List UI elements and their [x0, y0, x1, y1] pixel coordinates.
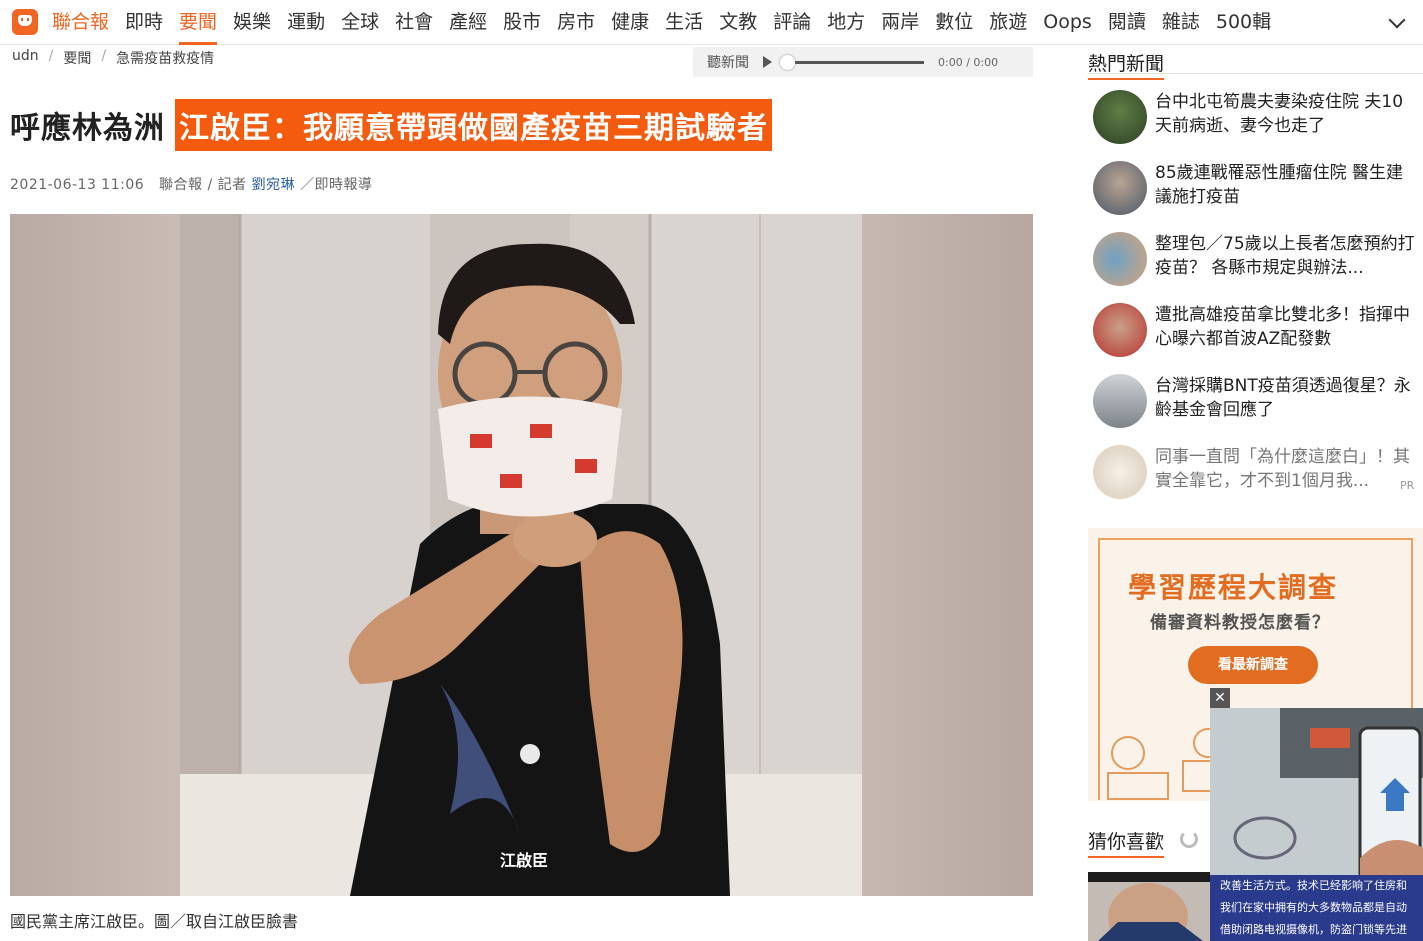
list-item[interactable]: 台中北屯筍農夫妻染疫住院 夫10天前病逝、妻今也走了 — [1093, 90, 1423, 161]
hot-news-title[interactable]: 熱門新聞 — [1088, 49, 1165, 80]
nav-item-travel[interactable]: 旅遊 — [981, 0, 1035, 45]
news-title[interactable]: 同事一直問「為什麼這麼白」！其實全靠它，才不到1個月我... — [1155, 445, 1419, 493]
breadcrumb-separator: / — [48, 48, 54, 64]
nav-item-global[interactable]: 全球 — [333, 0, 387, 45]
headline-prefix: 呼應林為洲 — [10, 111, 165, 146]
audio-time: 0:00 / 0:00 — [938, 55, 999, 69]
close-icon[interactable]: ✕ — [1210, 688, 1230, 708]
breadcrumb: udn / 要聞 / 急需疫苗救疫情 — [12, 48, 214, 68]
page-title: 呼應林為洲 江啟臣：我願意帶頭做國產疫苗三期試驗者 — [10, 99, 772, 151]
refresh-icon[interactable] — [1180, 830, 1198, 848]
video-caption-3: 借助闭路电视摄像机，防盗门锁等先进 — [1210, 919, 1423, 941]
video-caption-2: 我们在家中拥有的大多数物品都是自动 — [1210, 897, 1423, 919]
list-item[interactable]: 遭批高雄疫苗拿比雙北多！指揮中心曝六都首波AZ配發數 — [1093, 303, 1423, 374]
nav-item-society[interactable]: 社會 — [387, 0, 441, 45]
audio-player: 聽新聞 0:00 / 0:00 — [693, 47, 1033, 77]
news-thumbnail — [1093, 161, 1147, 215]
nav-item-magazine[interactable]: 雜誌 — [1154, 0, 1208, 45]
play-icon[interactable] — [763, 56, 772, 68]
pr-badge: PR — [1400, 479, 1415, 492]
article-source-suffix: ／即時報導 — [300, 177, 373, 193]
nav-item-entertainment[interactable]: 娛樂 — [225, 0, 279, 45]
nav-item-education[interactable]: 文教 — [711, 0, 765, 45]
audio-label: 聽新聞 — [707, 55, 749, 71]
news-thumbnail — [1093, 232, 1147, 286]
breadcrumb-home[interactable]: udn — [12, 48, 39, 68]
news-thumbnail — [1093, 445, 1147, 499]
nav-item-headlines[interactable]: 要聞 — [171, 0, 225, 45]
list-item[interactable]: 整理包／75歲以上長者怎麼預約打疫苗？ 各縣市規定與辦法... — [1093, 232, 1423, 303]
top-navbar: 聯合報 即時 要聞 娛樂 運動 全球 社會 產經 股市 房市 健康 生活 文教 … — [0, 0, 1423, 45]
breadcrumb-topic[interactable]: 急需疫苗救疫情 — [116, 48, 214, 68]
guess-thumbnail-image — [1088, 872, 1210, 941]
hero-blur-right — [862, 214, 1033, 896]
nav-item-sports[interactable]: 運動 — [279, 0, 333, 45]
nav-item-oops[interactable]: Oops — [1035, 0, 1100, 45]
news-title[interactable]: 遭批高雄疫苗拿比雙北多！指揮中心曝六都首波AZ配發數 — [1155, 303, 1419, 351]
nav-item-opinion[interactable]: 評論 — [765, 0, 819, 45]
nav-item-digital[interactable]: 數位 — [927, 0, 981, 45]
ad-title: 學習歷程大調查 — [1128, 571, 1339, 604]
nav-item-stocks[interactable]: 股市 — [495, 0, 549, 45]
photo-illustration: 江啟臣 — [180, 214, 862, 896]
nav-item-life[interactable]: 生活 — [657, 0, 711, 45]
breadcrumb-section[interactable]: 要聞 — [63, 48, 91, 68]
news-title[interactable]: 整理包／75歲以上長者怎麼預約打疫苗？ 各縣市規定與辦法... — [1155, 232, 1419, 280]
nav-item-health[interactable]: 健康 — [603, 0, 657, 45]
article-author[interactable]: 劉宛琳 — [252, 177, 296, 193]
guess-you-like-title: 猜你喜歡 — [1088, 827, 1165, 858]
breadcrumb-separator: / — [101, 48, 107, 64]
hero-blur-left — [10, 214, 180, 896]
audio-progress-bar[interactable] — [780, 54, 924, 70]
article-hero-image[interactable]: 江啟臣 — [10, 214, 1033, 896]
nav-menu: 聯合報 即時 要聞 娛樂 運動 全球 社會 產經 股市 房市 健康 生活 文教 … — [50, 0, 1279, 45]
article-source: 聯合報 / 記者 — [159, 177, 247, 193]
article-meta: 2021-06-13 11:06 聯合報 / 記者 劉宛琳 ／即時報導 — [10, 174, 373, 194]
video-caption-1: 改善生活方式。技术已经影响了住房和 — [1210, 875, 1423, 897]
news-thumbnail — [1093, 374, 1147, 428]
nav-item-instant[interactable]: 即時 — [117, 0, 171, 45]
chevron-down-icon[interactable] — [1388, 11, 1406, 29]
ad-cta-button[interactable]: 看最新調查 — [1188, 646, 1318, 684]
udn-logo-icon[interactable] — [12, 9, 38, 35]
image-caption: 國民黨主席江啟臣。圖／取自江啟臣臉書 — [10, 912, 299, 931]
article-photo: 江啟臣 — [180, 214, 862, 896]
nav-item-economy[interactable]: 產經 — [441, 0, 495, 45]
news-title[interactable]: 85歲連戰罹惡性腫瘤住院 醫生建議施打疫苗 — [1155, 161, 1419, 209]
nav-item-cross-strait[interactable]: 兩岸 — [873, 0, 927, 45]
news-thumbnail — [1093, 90, 1147, 144]
sidebar-divider — [1088, 73, 1423, 74]
list-item[interactable]: 台灣採購BNT疫苗須透過復星？永齡基金會回應了 — [1093, 374, 1423, 445]
article-date: 2021-06-13 11:06 — [10, 177, 145, 193]
hot-news-list: 台中北屯筍農夫妻染疫住院 夫10天前病逝、妻今也走了 85歲連戰罹惡性腫瘤住院 … — [1093, 90, 1423, 516]
nav-item-local[interactable]: 地方 — [819, 0, 873, 45]
floating-video-player[interactable]: 改善生活方式。技术已经影响了住房和 我们在家中拥有的大多数物品都是自动 借助闭路… — [1210, 708, 1423, 941]
ad-subtitle: 備審資料教授怎麼看？ — [1150, 613, 1330, 633]
nav-item-housing[interactable]: 房市 — [549, 0, 603, 45]
list-item[interactable]: 同事一直問「為什麼這麼白」！其實全靠它，才不到1個月我... — [1093, 445, 1423, 516]
nav-item-reading[interactable]: 閱讀 — [1100, 0, 1154, 45]
nav-brand[interactable]: 聯合報 — [50, 0, 117, 45]
headline-highlight: 江啟臣：我願意帶頭做國產疫苗三期試驗者 — [175, 99, 772, 151]
guess-thumbnail[interactable] — [1088, 872, 1210, 941]
list-item[interactable]: 85歲連戰罹惡性腫瘤住院 醫生建議施打疫苗 — [1093, 161, 1423, 232]
news-title[interactable]: 台中北屯筍農夫妻染疫住院 夫10天前病逝、妻今也走了 — [1155, 90, 1419, 138]
nav-item-500[interactable]: 500輯 — [1208, 0, 1279, 45]
news-thumbnail — [1093, 303, 1147, 357]
news-title[interactable]: 台灣採購BNT疫苗須透過復星？永齡基金會回應了 — [1155, 374, 1419, 422]
shirt-text: 江啟臣 — [500, 851, 548, 870]
audio-progress-knob[interactable] — [780, 54, 795, 70]
